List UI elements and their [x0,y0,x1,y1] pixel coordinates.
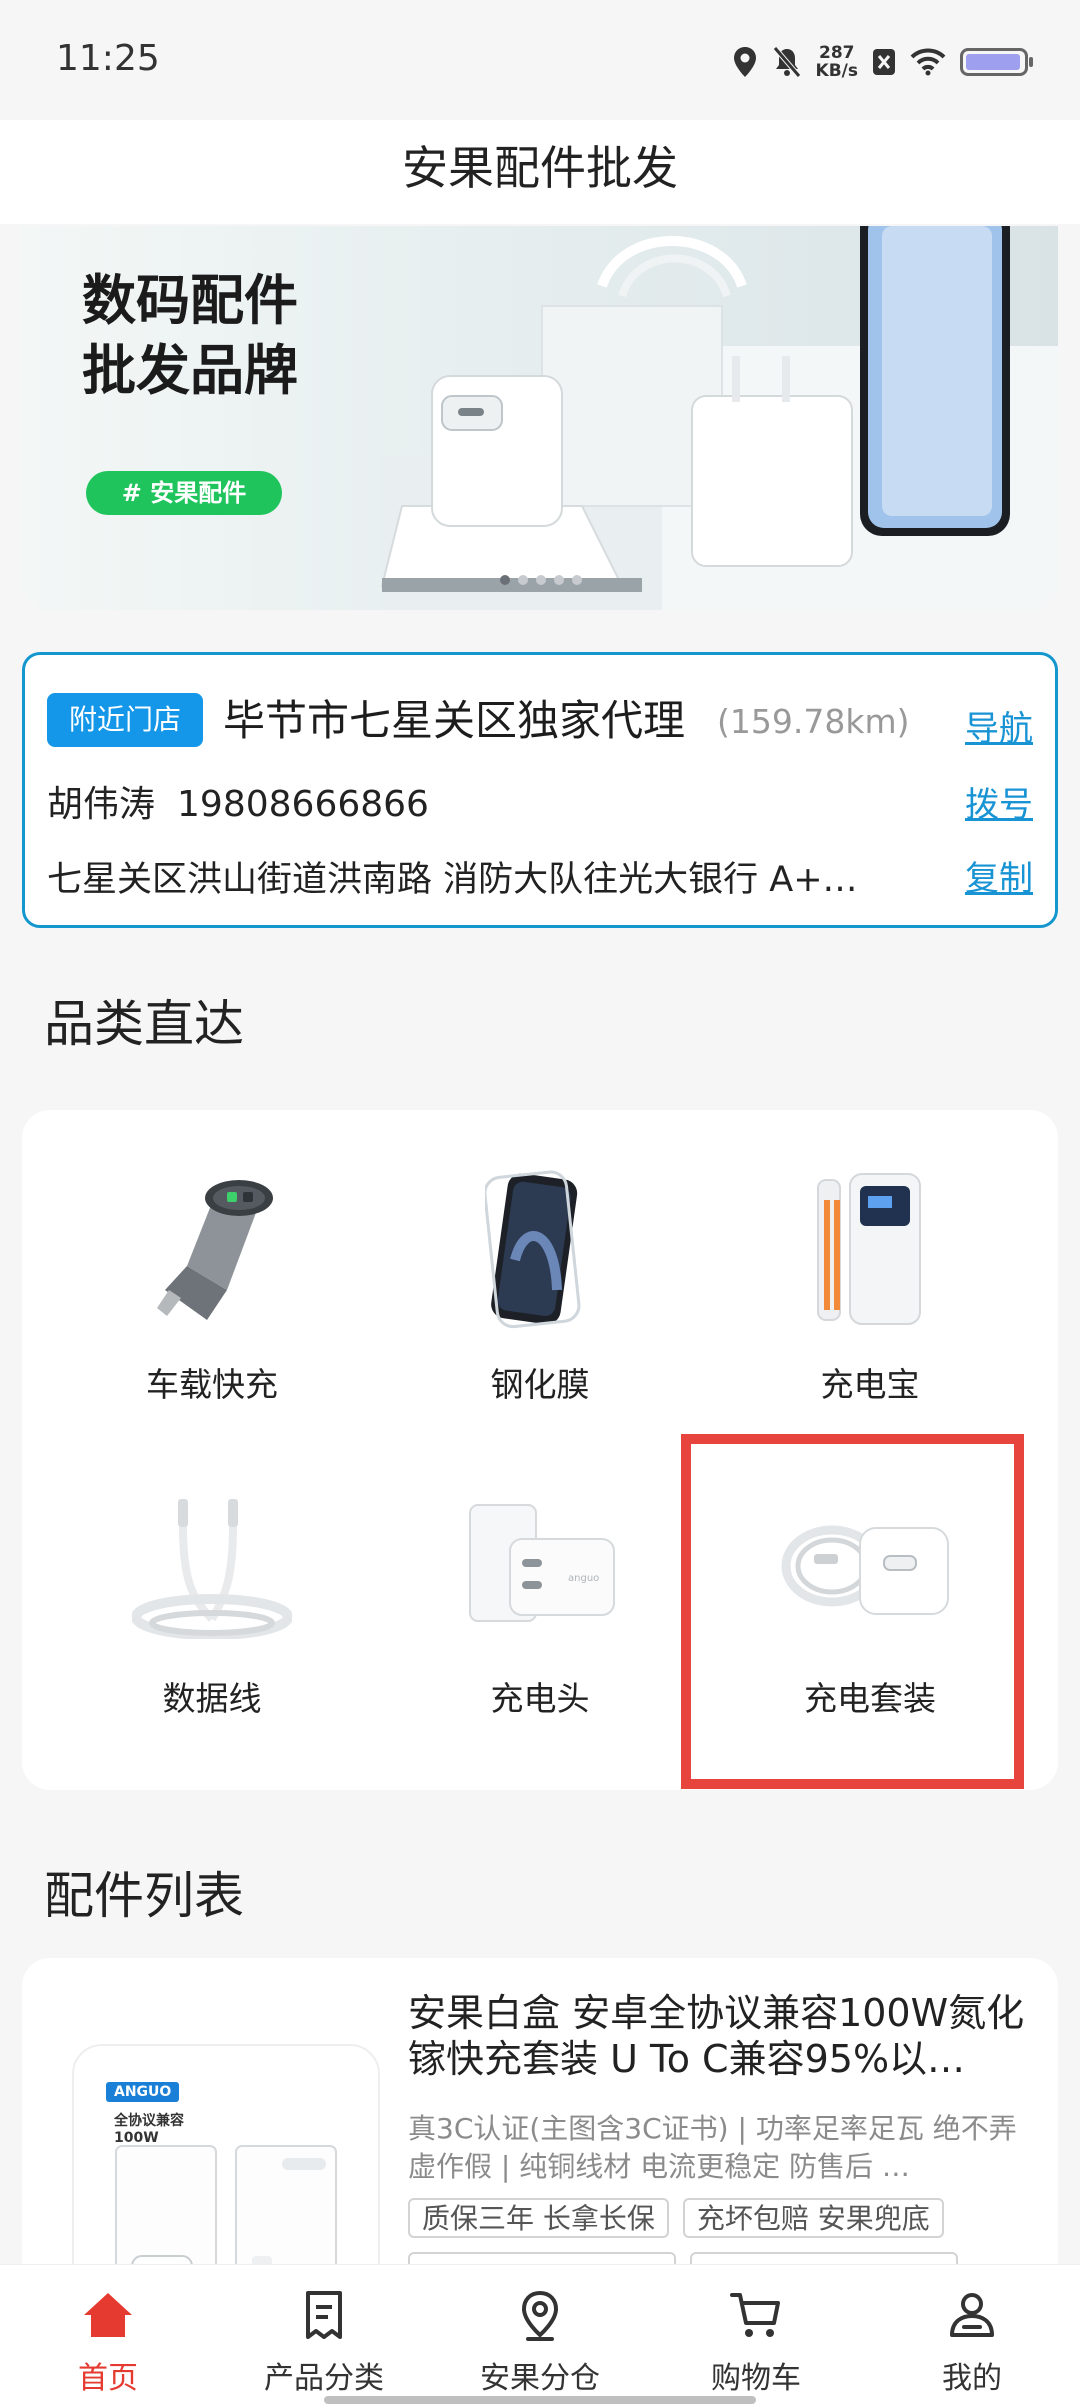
tab-category[interactable]: 产品分类 [216,2265,432,2405]
store-address: 七星关区洪山街道洪南路 消防大队往光大银行 A+… [47,860,858,900]
carousel-dot[interactable] [572,575,582,585]
location-status-icon [733,47,756,77]
svg-text:anguo: anguo [568,1573,599,1584]
carousel-dot[interactable] [554,575,564,585]
wifi-icon [910,48,946,76]
sim-off-icon [873,49,895,75]
product-tag: 充坏包赔 安果兜底 [682,2198,944,2238]
category-item-charger-head[interactable]: anguo 充电头 [390,1464,690,1724]
category-label: 数据线 [162,1679,262,1718]
tab-warehouse[interactable]: 安果分仓 [432,2265,648,2405]
contact-phone: 19808666866 [177,784,429,825]
home-indicator[interactable] [324,2396,756,2404]
data-cable-icon [132,1484,292,1644]
promo-banner[interactable]: 数码配件 批发品牌 # 安果配件 [22,226,1058,610]
carousel-indicator [500,575,582,585]
category-label: 充电宝 [820,1365,920,1404]
category-label: 充电头 [490,1679,590,1718]
contact-name: 胡伟涛 [47,784,156,825]
tab-home[interactable]: 首页 [0,2265,216,2405]
bottom-tab-bar: 首页 产品分类 安果分仓 购物车 我的 [0,2264,1080,2408]
car-charger-icon [142,1170,282,1330]
status-icons: 287 KB/s [732,40,1033,84]
tab-label: 我的 [942,2361,1002,2396]
copy-link[interactable]: 复制 [965,851,1033,900]
store-distance: (159.78km) [717,702,910,741]
power-bank-icon [800,1170,940,1330]
nearby-store-badge: 附近门店 [47,693,203,747]
carousel-dot[interactable] [536,575,546,585]
cart-icon [730,2293,780,2337]
profile-icon [950,2293,994,2337]
category-icon [306,2291,342,2339]
category-section-title: 品类直达 [44,995,244,1053]
page-title: 安果配件批发 [0,120,1080,224]
charger-head-icon: anguo [450,1484,630,1644]
navigate-link[interactable]: 导航 [965,701,1033,750]
status-time: 11:25 [56,38,160,79]
category-label: 钢化膜 [490,1365,590,1404]
carousel-dot[interactable] [518,575,528,585]
tab-cart[interactable]: 购物车 [648,2265,864,2405]
home-icon [84,2293,132,2337]
category-item-car-charger[interactable]: 车载快充 [62,1150,362,1410]
tab-label: 首页 [78,2361,138,2396]
banner-tag: # 安果配件 [86,471,282,515]
nearby-store-card: 附近门店 毕节市七星关区独家代理 (159.78km) 导航 胡伟涛 198086… [22,652,1058,928]
mute-icon [772,46,801,78]
location-icon [521,2290,559,2341]
network-speed: 287 KB/s [815,43,858,81]
product-description: 真3C认证(主图含3C证书) | 功率足率足瓦 绝不弄虚作假 | 纯铜线材 电流… [408,2112,1017,2183]
product-image-brand: ANGUO [106,2082,180,2102]
product-title: 安果白盒 安卓全协议兼容100W氮化镓快充套装 U To C兼容95%以… [408,1991,1025,2081]
store-name: 毕节市七星关区独家代理 [223,696,686,745]
tab-label: 安果分仓 [480,2361,600,2396]
tab-label: 产品分类 [264,2361,384,2396]
product-tag: 质保三年 长拿长保 [408,2198,669,2238]
dial-link[interactable]: 拨号 [965,777,1033,826]
banner-headline: 数码配件 批发品牌 [82,269,298,402]
tab-label: 购物车 [711,2361,801,2396]
battery-icon [960,48,1033,76]
highlight-box [681,1434,1024,1789]
store-contact: 胡伟涛 19808666866 [47,775,429,827]
category-label: 车载快充 [146,1365,278,1404]
tempered-glass-icon [470,1170,610,1330]
category-item-data-cable[interactable]: 数据线 [62,1464,362,1724]
category-item-tempered-glass[interactable]: 钢化膜 [390,1150,690,1410]
tab-profile[interactable]: 我的 [864,2265,1080,2405]
product-section-title: 配件列表 [44,1867,244,1925]
status-bar: 11:25 287 KB/s [0,0,1080,120]
category-item-power-bank[interactable]: 充电宝 [720,1150,1020,1410]
carousel-dot[interactable] [500,575,510,585]
